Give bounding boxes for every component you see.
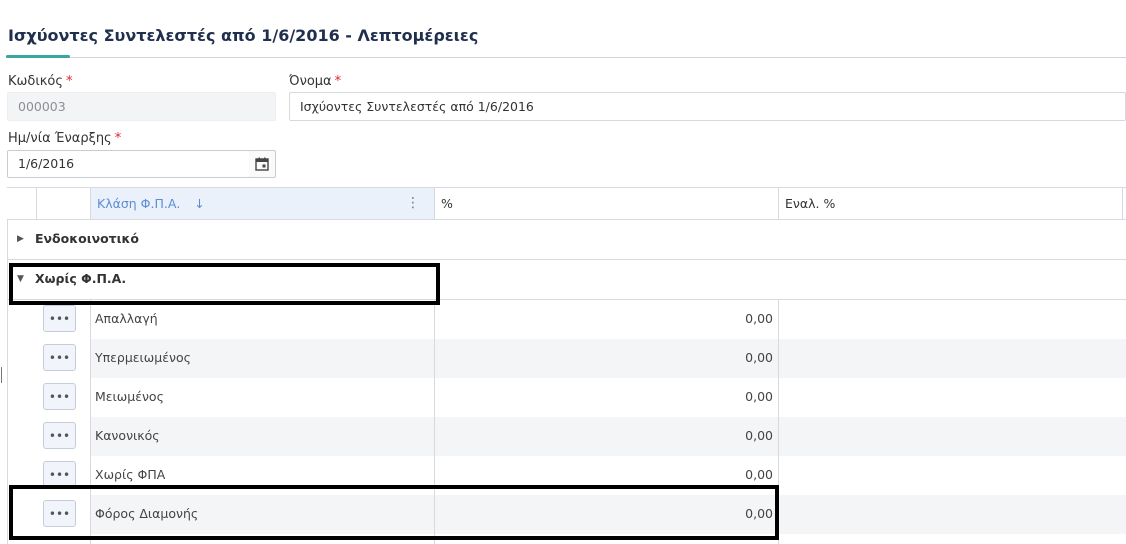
vat-class-name: Φόρος Διαμονής: [95, 506, 199, 521]
vat-percent: 0,00: [745, 428, 773, 443]
vat-percent: 0,00: [745, 389, 773, 404]
group-label: Χωρίς Φ.Π.Α.: [35, 271, 127, 286]
required-mark: *: [66, 74, 73, 89]
row-actions-button[interactable]: •••: [43, 461, 76, 488]
header-divider: [90, 188, 91, 219]
collapse-arrow-icon[interactable]: ▼: [17, 274, 24, 284]
row-actions-button[interactable]: •••: [43, 344, 76, 371]
row-actions-button[interactable]: •••: [43, 422, 76, 449]
name-field[interactable]: Ισχύοντες Συντελεστές από 1/6/2016: [289, 92, 1126, 121]
header-divider: [778, 188, 779, 219]
code-label-text: Κωδικός: [8, 74, 64, 89]
table-row[interactable]: ••• Μειωμένος 0,00: [7, 378, 1126, 417]
title-accent-bar: [6, 55, 70, 58]
start-date-label-text: Ημ/νία Έναρξης: [8, 131, 112, 146]
code-field[interactable]: 000003: [7, 92, 276, 121]
required-mark: *: [114, 131, 122, 146]
name-label: Όνομα *: [289, 74, 341, 89]
column-header-vat-class[interactable]: Κλάση Φ.Π.Α. ↓ ⋮: [91, 188, 434, 219]
header-divider: [36, 188, 37, 219]
sort-descending-icon[interactable]: ↓: [194, 196, 204, 211]
vat-rates-details-page: Ισχύοντες Συντελεστές από 1/6/2016 - Λεπ…: [0, 0, 1126, 544]
row-actions-button[interactable]: •••: [43, 500, 76, 527]
header-spacer: [7, 188, 36, 219]
vat-percent: 0,00: [745, 467, 773, 482]
calendar-icon: [255, 157, 269, 171]
column-header-label: Κλάση Φ.Π.Α.: [97, 196, 181, 211]
column-header-alt-percent[interactable]: Εναλ. %: [779, 188, 1122, 219]
expand-arrow-icon[interactable]: ▶: [17, 234, 24, 244]
vat-percent: 0,00: [745, 350, 773, 365]
table-row[interactable]: ••• Υπερμειωμένος 0,00: [7, 339, 1126, 378]
vat-class-name: Μειωμένος: [95, 389, 164, 404]
vat-percent: 0,00: [745, 506, 773, 521]
vat-class-name: Κανονικός: [95, 428, 160, 443]
title-divider: [6, 57, 1126, 58]
row-actions-button[interactable]: •••: [43, 383, 76, 410]
vat-class-name: Υπερμειωμένος: [95, 350, 191, 365]
name-label-text: Όνομα: [289, 74, 332, 89]
column-divider: [434, 300, 435, 544]
table-row[interactable]: ••• Απαλλαγή 0,00: [7, 300, 1126, 339]
page-title: Ισχύοντες Συντελεστές από 1/6/2016 - Λεπ…: [8, 26, 479, 45]
group-row-intra-community[interactable]: ▶ Ενδοκοινοτικό: [7, 220, 1126, 260]
column-divider: [778, 300, 779, 544]
column-header-percent[interactable]: %: [435, 188, 778, 219]
vat-class-name: Απαλλαγή: [95, 311, 158, 326]
vat-percent: 0,00: [745, 311, 773, 326]
group-row-no-vat[interactable]: ▼ Χωρίς Φ.Π.Α.: [7, 260, 1126, 300]
calendar-button[interactable]: [249, 150, 276, 178]
header-divider: [434, 188, 435, 219]
header-divider: [1122, 188, 1123, 219]
resize-handle[interactable]: [1, 367, 2, 383]
start-date-label: Ημ/νία Έναρξης *: [8, 131, 121, 146]
table-row[interactable]: ••• Χωρίς ΦΠΑ 0,00: [7, 456, 1126, 495]
table-row[interactable]: ••• Κανονικός 0,00: [7, 417, 1126, 456]
vat-class-name: Χωρίς ΦΠΑ: [95, 467, 166, 482]
column-menu-icon[interactable]: ⋮: [406, 188, 420, 219]
start-date-field[interactable]: 1/6/2016: [7, 150, 250, 178]
required-mark: *: [334, 74, 342, 89]
code-label: Κωδικός *: [8, 74, 73, 89]
grid-header: Κλάση Φ.Π.Α. ↓ ⋮ % Εναλ. %: [7, 187, 1126, 220]
row-actions-button[interactable]: •••: [43, 305, 76, 332]
vat-class-grid: Κλάση Φ.Π.Α. ↓ ⋮ % Εναλ. % ▶ Ενδοκοινοτι…: [7, 187, 1126, 544]
table-row[interactable]: ••• Φόρος Διαμονής 0,00: [7, 495, 1126, 534]
group-label: Ενδοκοινοτικό: [35, 231, 139, 246]
column-divider: [90, 300, 91, 544]
